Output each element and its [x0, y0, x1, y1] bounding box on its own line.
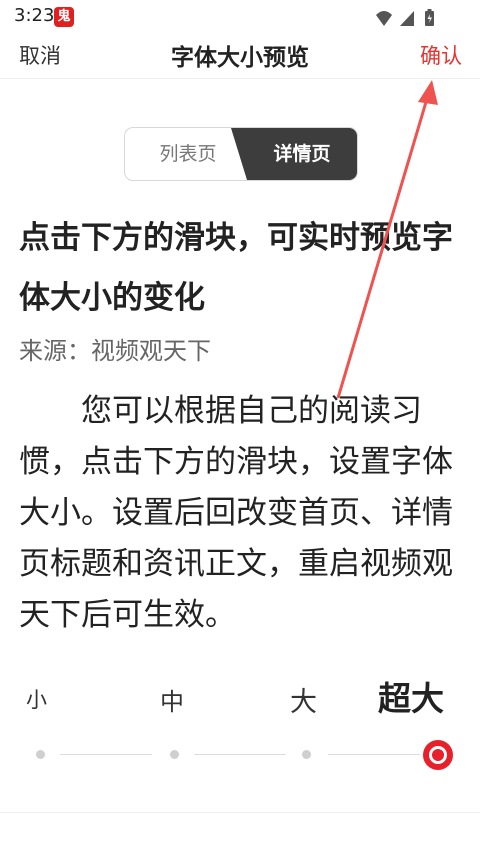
tab-list-page[interactable]: 列表页	[125, 128, 243, 180]
app-notification-icon: 鬼	[54, 7, 74, 27]
size-label-small[interactable]: 小	[26, 684, 47, 714]
size-label-extra-large[interactable]: 超大	[378, 672, 444, 720]
slider-stop-small[interactable]	[36, 750, 45, 759]
status-icons	[376, 9, 434, 26]
bottom-divider	[0, 812, 480, 813]
slider-stop-medium[interactable]	[170, 750, 179, 759]
slider-thumb-center	[432, 749, 444, 761]
page-title: 字体大小预览	[171, 45, 309, 71]
slider-track-segment	[328, 754, 420, 755]
slider-stop-large[interactable]	[302, 750, 311, 759]
tab-detail-page[interactable]: 详情页	[247, 128, 357, 180]
signal-icon	[400, 11, 414, 26]
slider-thumb[interactable]	[423, 740, 453, 770]
font-size-slider: 小 中 大 超大	[0, 670, 480, 780]
cancel-button[interactable]: 取消	[19, 40, 61, 70]
status-time: 3:23	[14, 5, 55, 26]
status-bar: 3:23 鬼	[0, 0, 480, 34]
slider-track-segment	[194, 754, 286, 755]
page-type-toggle: 列表页 详情页	[124, 127, 358, 181]
battery-icon	[425, 9, 434, 26]
article-source: 来源：视频观天下	[19, 337, 211, 365]
wifi-icon	[376, 11, 392, 26]
size-label-medium[interactable]: 中	[160, 682, 184, 717]
confirm-button[interactable]: 确认	[420, 40, 462, 70]
article-body: 您可以根据自己的阅读习惯，点击下方的滑块，设置字体大小。设置后回改变首页、详情页…	[19, 393, 453, 633]
size-label-large[interactable]: 大	[290, 680, 317, 719]
article-headline: 点击下方的滑块，可实时预览字体大小的变化	[19, 220, 453, 316]
slider-track-segment	[60, 754, 152, 755]
title-bar: 字体大小预览 取消 确认	[0, 34, 480, 79]
